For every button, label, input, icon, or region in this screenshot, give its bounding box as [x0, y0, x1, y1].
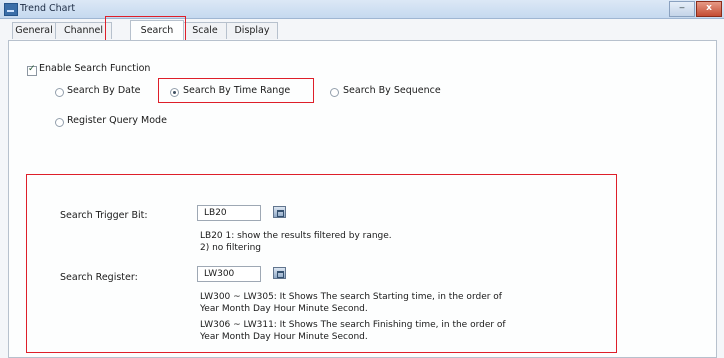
- tab-display[interactable]: Display: [226, 22, 278, 39]
- tab-scale[interactable]: Scale: [183, 22, 227, 39]
- search-by-sequence-label: Search By Sequence: [343, 85, 441, 96]
- search-register-label: Search Register:: [60, 272, 138, 283]
- trigger-bit-description-1: LB20 1: show the results filtered by ran…: [200, 231, 392, 241]
- enable-search-checkbox[interactable]: [27, 64, 37, 76]
- trend-chart-icon: [4, 3, 18, 16]
- window-title: Trend Chart: [20, 3, 76, 14]
- trigger-bit-description-2: 2) no filtering: [200, 243, 262, 253]
- register-query-mode-radio[interactable]: [55, 118, 64, 127]
- register-description-4: Year Month Day Hour Minute Second.: [200, 332, 368, 342]
- search-register-field[interactable]: LW300: [197, 266, 261, 282]
- register-description-2: Year Month Day Hour Minute Second.: [200, 304, 368, 314]
- search-tab-highlight: [105, 16, 186, 42]
- time-range-highlight: [158, 78, 314, 103]
- register-description-3: LW306 ~ LW311: It Shows The search Finis…: [200, 320, 506, 330]
- minimize-button[interactable]: ‒: [669, 1, 695, 17]
- close-button[interactable]: x: [696, 1, 722, 17]
- search-trigger-bit-field[interactable]: LB20: [197, 205, 261, 221]
- register-picker-button[interactable]: [273, 267, 286, 279]
- register-description-1: LW300 ~ LW305: It Shows The search Start…: [200, 292, 502, 302]
- trigger-bit-picker-button[interactable]: [273, 206, 286, 218]
- search-by-date-radio[interactable]: [55, 88, 64, 97]
- search-by-sequence-radio[interactable]: [330, 88, 339, 97]
- register-query-mode-label: Register Query Mode: [67, 115, 167, 126]
- tab-channel[interactable]: Channel: [55, 22, 112, 39]
- enable-search-label: Enable Search Function: [39, 63, 151, 74]
- search-by-date-label: Search By Date: [67, 85, 141, 96]
- search-trigger-bit-label: Search Trigger Bit:: [60, 210, 148, 221]
- tab-general[interactable]: General: [12, 22, 56, 39]
- window-controls: ‒ x: [668, 1, 722, 17]
